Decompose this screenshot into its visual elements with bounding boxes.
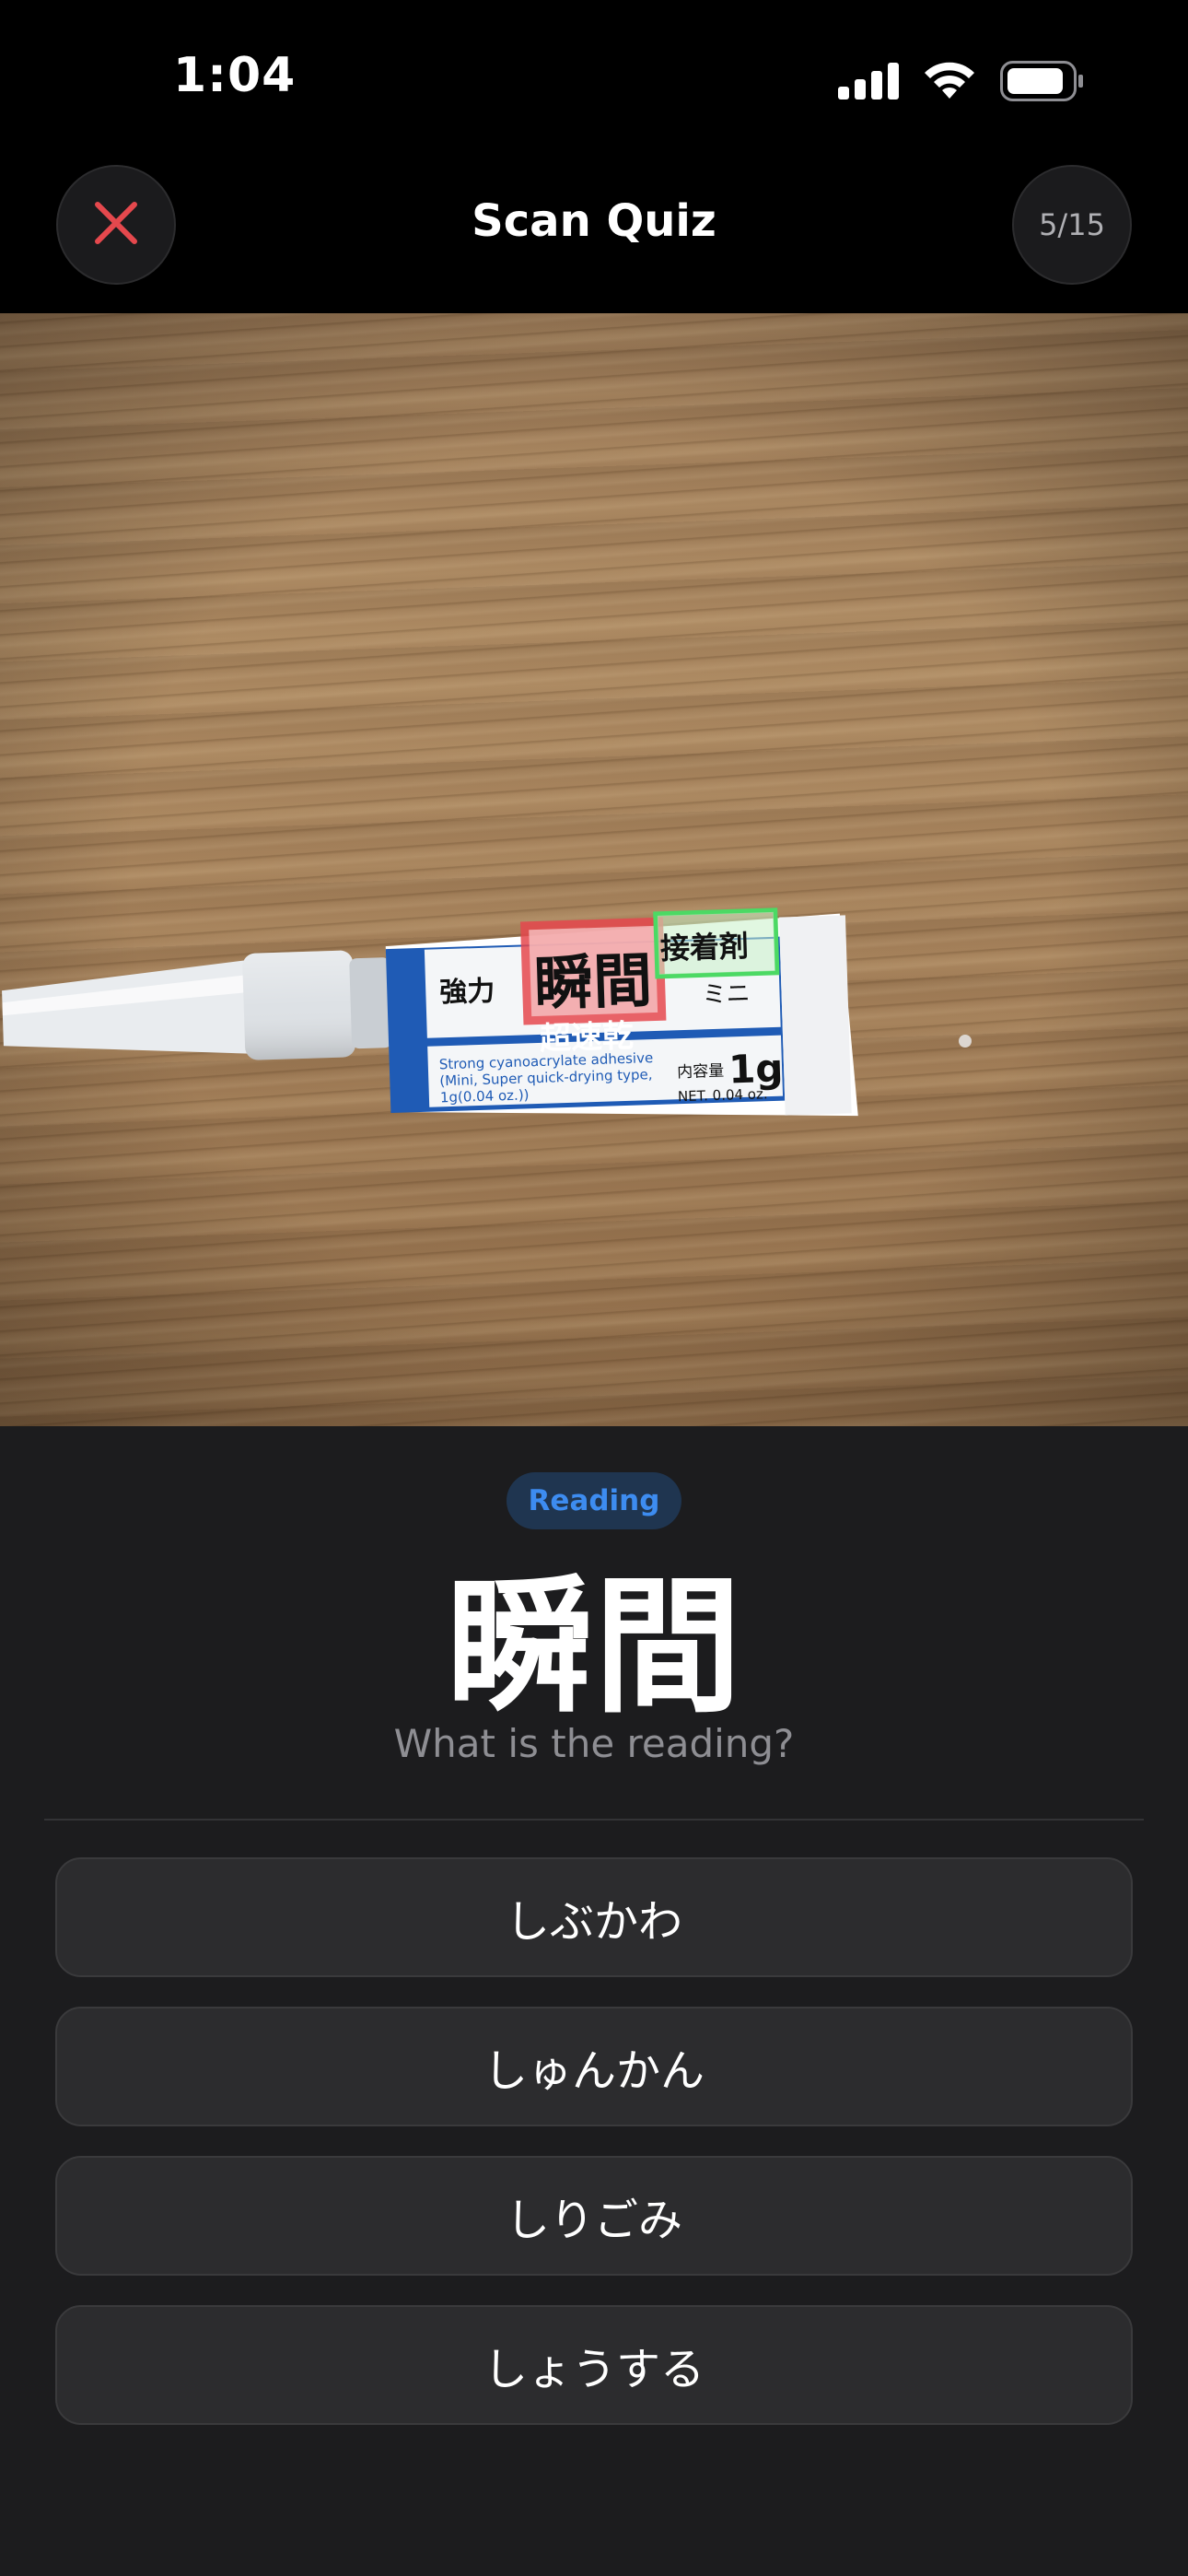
label-content: 内容量: [677, 1062, 725, 1083]
divider: [44, 1819, 1144, 1821]
label-strength: 強力: [439, 975, 495, 1009]
quiz-prompt: What is the reading?: [393, 1721, 795, 1766]
label-adhesive: 接着剤: [659, 929, 749, 966]
wifi-icon: [923, 62, 976, 100]
page-title: Scan Quiz: [472, 195, 716, 247]
question-type-badge: Reading: [507, 1472, 681, 1529]
status-time: 1:04: [173, 48, 297, 103]
label-highlight-word: 瞬間: [533, 947, 653, 1019]
status-icons: [838, 61, 1085, 101]
nav-bar: Scan Quiz 5/15: [0, 157, 1188, 313]
answer-option-3[interactable]: しりごみ: [55, 2156, 1133, 2276]
quiz-word: 瞬間: [446, 1561, 741, 1733]
answer-option-1[interactable]: しぶかわ: [55, 1857, 1133, 1977]
scanned-photo: 強力 瞬間 接着剤 ミニ 超速乾 Strong cyanoacrylate ad…: [0, 313, 1188, 1426]
answer-options: しぶかわ しゅんかん しりごみ しょうする: [55, 1857, 1133, 2454]
answer-option-2[interactable]: しゅんかん: [55, 2007, 1133, 2126]
label-mini: ミニ: [702, 980, 751, 1010]
quiz-panel: Reading 瞬間 What is the reading? しぶかわ しゅん…: [0, 1426, 1188, 2576]
status-bar: 1:04: [0, 0, 1188, 157]
label-net: NET. 0.04 oz.: [678, 1085, 768, 1105]
answer-option-4[interactable]: しょうする: [55, 2305, 1133, 2425]
glue-tube-illustration: 強力 瞬間 接着剤 ミニ 超速乾 Strong cyanoacrylate ad…: [2, 907, 972, 1117]
label-english-3: 1g(0.04 oz.)): [440, 1086, 530, 1106]
signal-icon: [838, 63, 899, 100]
battery-icon: [1000, 61, 1085, 101]
progress-counter: 5/15: [1012, 165, 1132, 285]
